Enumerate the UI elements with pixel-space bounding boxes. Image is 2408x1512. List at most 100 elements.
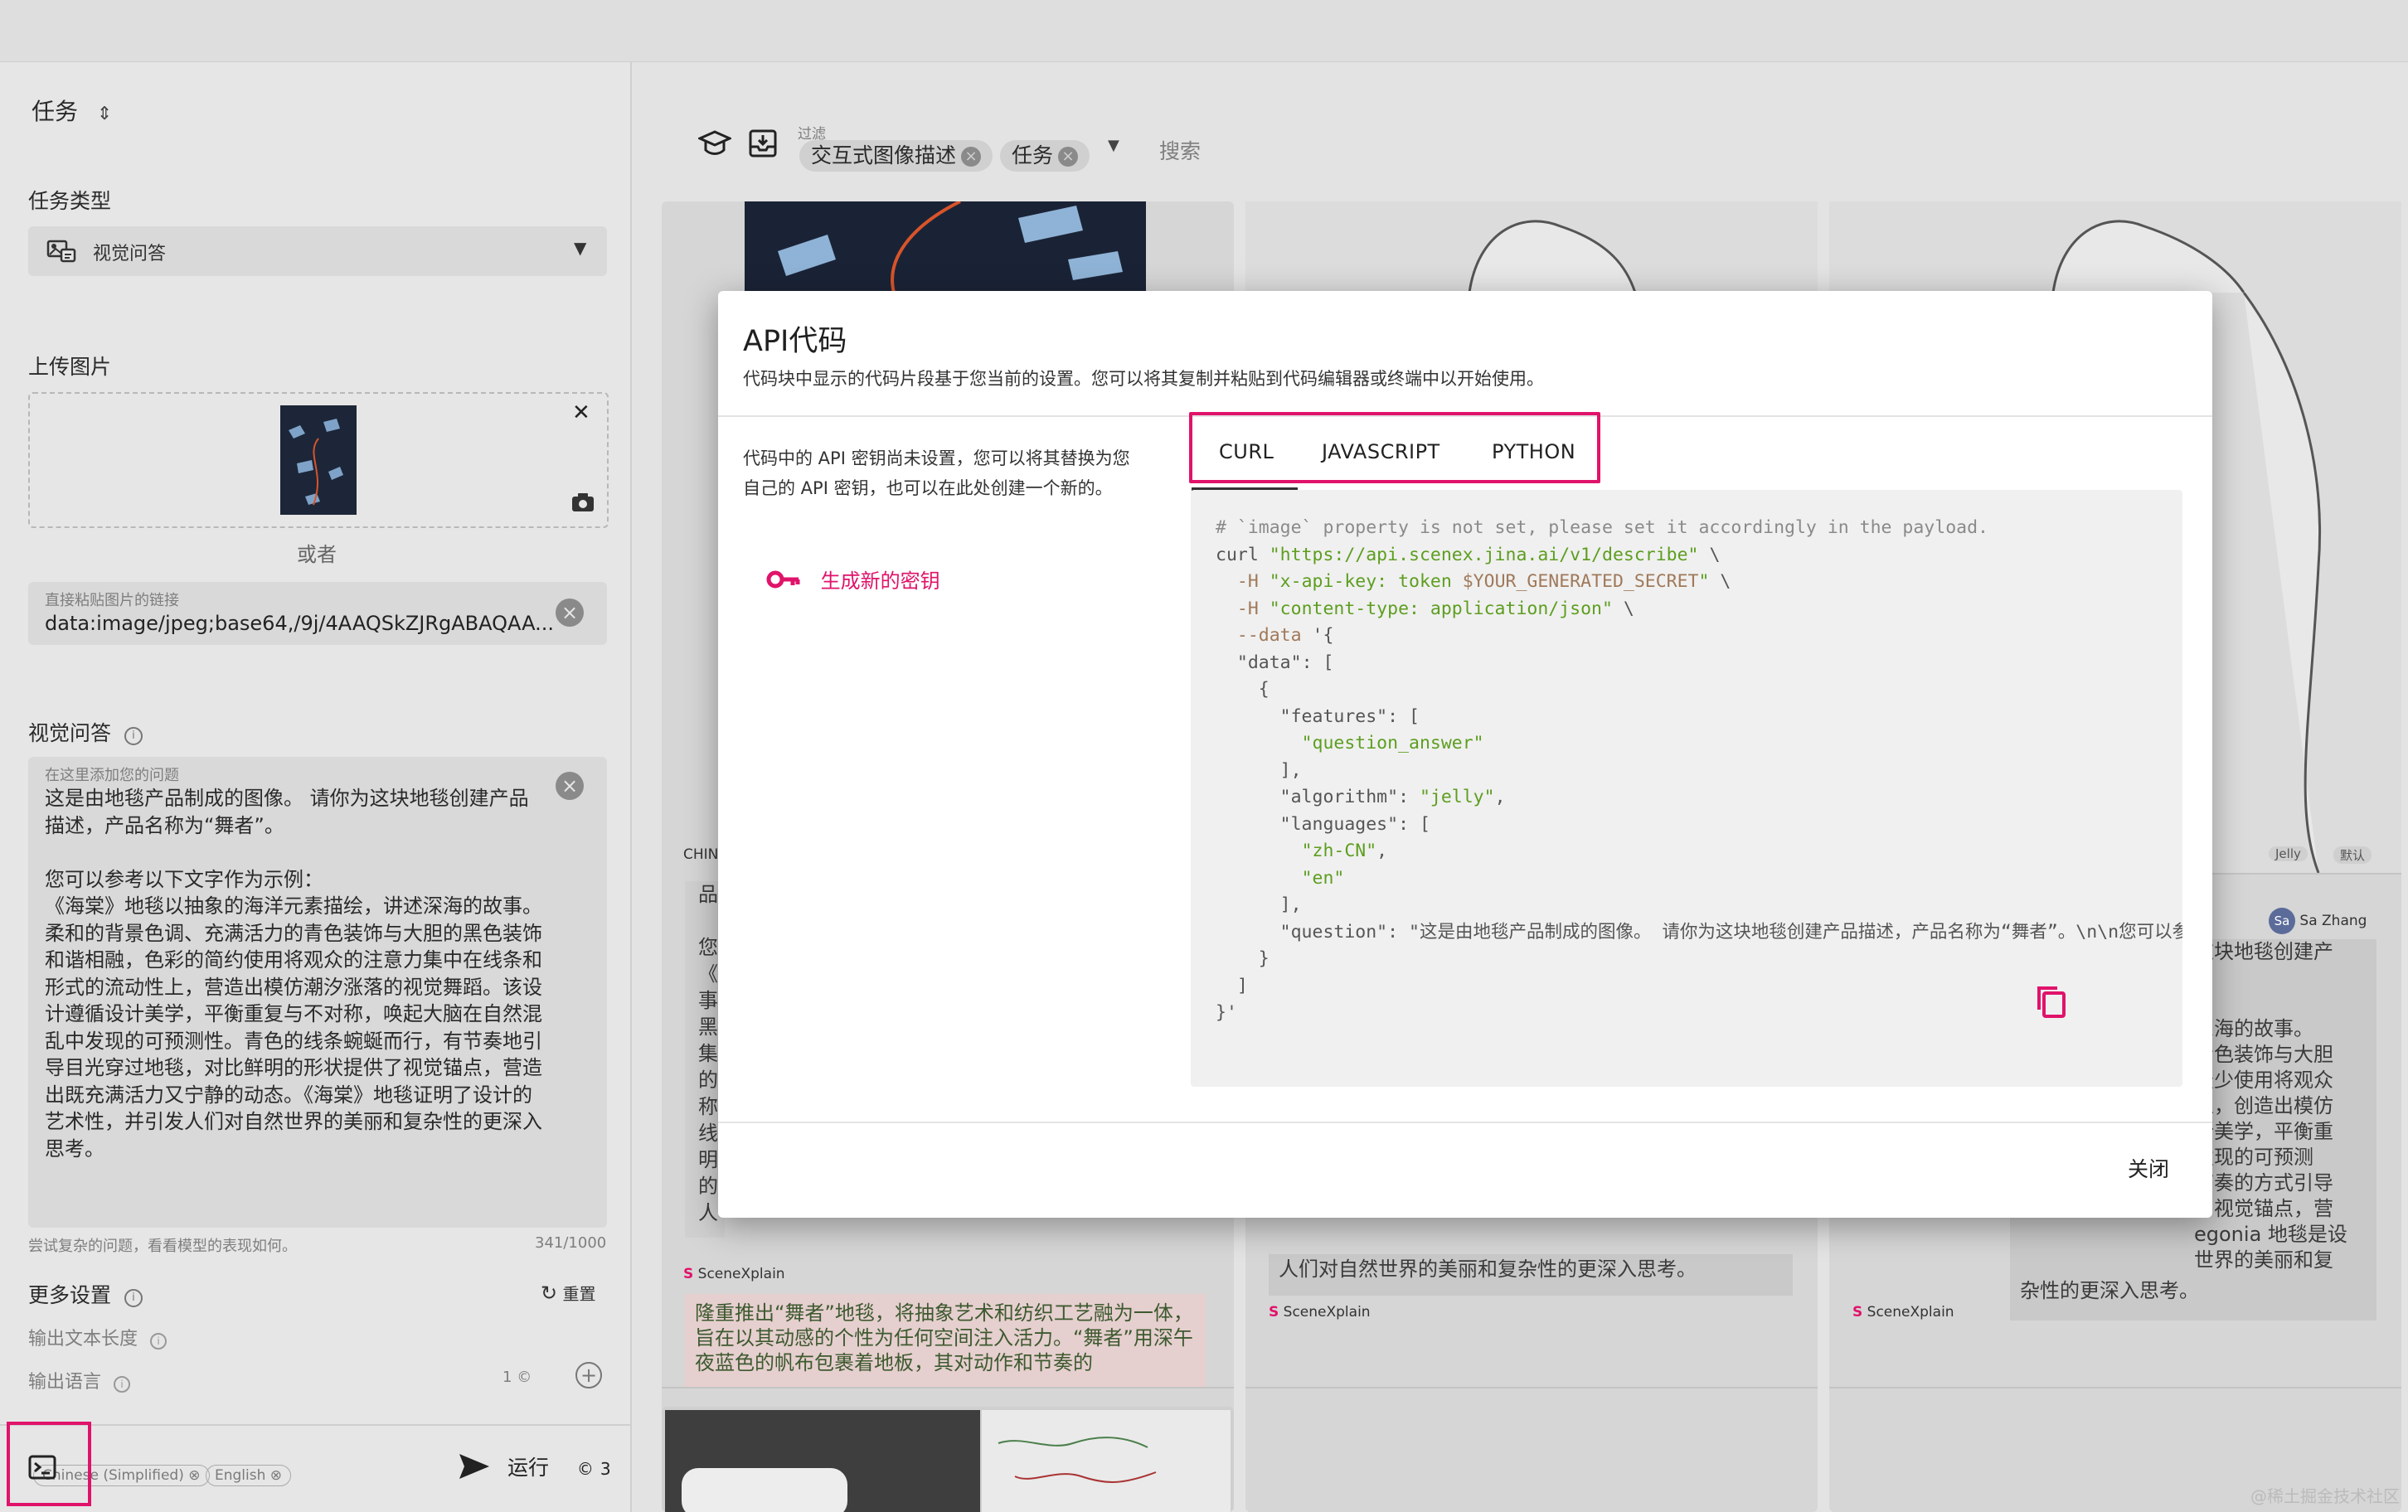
search-input[interactable]: 搜索	[1159, 135, 1201, 165]
info-icon: i	[124, 1289, 143, 1307]
vqa-label: 视觉问答	[28, 721, 112, 745]
clear-question-icon[interactable]: ×	[556, 772, 584, 800]
card-image	[1829, 201, 2401, 293]
task-title: 任务	[32, 98, 79, 125]
excerpt-line: 计美学，平衡重	[2194, 1120, 2333, 1143]
remove-chip-icon[interactable]: ×	[1058, 147, 1079, 167]
generate-key-label: 生成新的密钥	[820, 569, 940, 593]
excerpt-line	[2194, 991, 2376, 1016]
tab-curl[interactable]: CURL	[1219, 440, 1274, 463]
camera-icon[interactable]	[570, 492, 595, 513]
question-textarea[interactable]: 在这里添加您的问题 这是由地毯产品制成的图像。 请你为这块地毯创建产品描述，产品…	[28, 757, 607, 1228]
excerpt-line: 发现的可预测	[2194, 1146, 2313, 1169]
code-line: "features": [	[1279, 705, 1420, 727]
task-type-label: 任务类型	[28, 189, 112, 213]
card-answer-text: 隆重推出“舞者”地毯，将抽象艺术和纺织工艺融为一体，旨在以其动感的个性为任何空间…	[695, 1301, 1193, 1374]
reset-label: 重置	[562, 1284, 596, 1304]
code-line: -H "content-type: application/json" \	[1236, 598, 1634, 619]
code-line: "question_answer"	[1301, 733, 1484, 754]
top-bar	[0, 0, 2408, 62]
filter-chip-label: 交互式图像描述	[811, 143, 957, 167]
run-label: 运行	[507, 1456, 549, 1480]
api-key-note: 代码中的 API 密钥尚未设置，您可以将其替换为您自己的 API 密钥，也可以在…	[743, 448, 1130, 498]
run-cost: 3	[600, 1459, 611, 1479]
dropdown-arrow-icon: ▼	[574, 238, 587, 258]
excerpt-line: 最少使用将观众	[2194, 1069, 2333, 1092]
filter-chip-task[interactable]: 任务 ×	[1000, 140, 1090, 172]
card-answer: 隆重推出“舞者”地毯，将抽象艺术和纺织工艺融为一体，旨在以其动感的个性为任何空间…	[685, 1294, 1206, 1387]
api-code-dialog: API代码 代码块中显示的代码片段基于您当前的设置。您可以将其复制并粘贴到代码编…	[718, 291, 2212, 1218]
card-image	[665, 1410, 980, 1512]
remove-chip-icon[interactable]: ×	[961, 147, 982, 167]
code-line: {	[1216, 679, 1270, 700]
archive-icon[interactable]	[748, 128, 778, 158]
code-line: ],	[1216, 894, 1302, 915]
divider	[1245, 1387, 1818, 1388]
sort-icon: ⇕	[96, 104, 113, 124]
vqa-icon	[46, 236, 76, 264]
result-card	[1245, 1407, 1818, 1512]
close-button[interactable]: 关闭	[2128, 1153, 2169, 1183]
code-line: }	[1216, 948, 1270, 969]
coin-icon: ©	[517, 1369, 532, 1386]
code-line: "algorithm": "jelly",	[1279, 787, 1506, 807]
code-line: ]	[1216, 975, 1248, 996]
code-line: "zh-CN",	[1301, 841, 1388, 861]
graduation-cap-icon[interactable]	[697, 128, 733, 158]
question-placeholder: 在这里添加您的问题	[45, 767, 179, 784]
filter-dropdown-icon[interactable]: ▼	[1108, 137, 1119, 154]
language-chip-en[interactable]: English ⊗	[206, 1465, 292, 1486]
watermark: @稀土掘金技术社区	[2250, 1486, 2400, 1506]
code-line: "question": "这是由地毯产品制成的图像。 请你为这块地毯创建产品描述…	[1279, 921, 2182, 943]
excerpt-line: 深海的故事。	[2194, 1017, 2313, 1040]
card-answer-tail: 杂性的更深入思考。	[2020, 1279, 2199, 1302]
info-icon: i	[150, 1333, 167, 1350]
card-image-sketch	[982, 1410, 1231, 1512]
generate-key-button[interactable]: 生成新的密钥	[766, 565, 940, 594]
more-settings-label: 更多设置	[28, 1283, 112, 1307]
excerpt-line: 世界的美丽和复	[2194, 1248, 2333, 1272]
code-line: "languages": [	[1279, 813, 1430, 835]
image-url-field[interactable]: 直接粘贴图片的链接 data:image/jpeg;base64,/9j/4AA…	[28, 582, 607, 645]
clear-url-icon[interactable]: ×	[556, 598, 584, 627]
code-line: }'	[1216, 1002, 1237, 1023]
copy-code-icon[interactable]	[2032, 983, 2069, 1020]
code-line: "data": [	[1236, 652, 1334, 673]
excerpt-line	[2194, 965, 2376, 991]
card-snippet-title: CHIN	[683, 846, 719, 863]
remove-image-icon[interactable]: ✕	[572, 400, 590, 425]
upload-dropzone[interactable]: ✕	[28, 392, 609, 528]
output-language-label: 输出语言 i	[28, 1367, 131, 1393]
code-line: "en"	[1301, 867, 1345, 889]
info-icon: i	[124, 727, 143, 745]
output-length-text: 输出文本长度	[28, 1329, 138, 1350]
scenexplain-logo-icon: S	[683, 1266, 694, 1282]
excerpt-line: egonia 地毯是设	[2194, 1223, 2347, 1246]
output-language-text: 输出语言	[28, 1372, 102, 1393]
terminal-highlight-box	[7, 1422, 91, 1506]
card-source-label: SceneXplain	[1867, 1304, 1954, 1321]
reset-button[interactable]: ↻ 重置	[541, 1281, 595, 1305]
divider	[662, 1387, 1234, 1388]
or-divider-text: 或者	[297, 543, 337, 566]
more-settings-heading: 更多设置 i	[28, 1279, 143, 1309]
card-answer: 人们对自然世界的美丽和复杂性的更深入思考。	[1269, 1254, 1793, 1296]
task-type-select[interactable]: 视觉问答 ▼	[28, 226, 607, 276]
excerpt-line: 上，创造出模仿	[2194, 1094, 2333, 1117]
tab-python[interactable]: PYTHON	[1492, 440, 1575, 463]
card-source-label: SceneXplain	[1283, 1304, 1371, 1321]
language-count-value: 1	[502, 1369, 512, 1386]
default-tag: 默认	[2333, 846, 2372, 864]
language-chip-en-label: English	[215, 1467, 266, 1484]
add-language-icon[interactable]: +	[575, 1362, 602, 1388]
task-menu[interactable]: 任务 ⇕	[32, 94, 112, 127]
image-url-value: data:image/jpeg;base64,/9j/4AAQSkZJRgABA…	[45, 612, 555, 635]
run-button[interactable]: 运行 © 3	[458, 1451, 611, 1485]
filter-chip-image-description[interactable]: 交互式图像描述 ×	[799, 140, 993, 172]
info-icon: i	[114, 1376, 131, 1393]
tab-javascript[interactable]: JAVASCRIPT	[1322, 440, 1440, 463]
refresh-icon: ↻	[541, 1282, 558, 1305]
output-length-label: 输出文本长度 i	[28, 1324, 167, 1350]
divider	[0, 1424, 630, 1426]
scenexplain-logo-icon: S	[1852, 1304, 1863, 1321]
